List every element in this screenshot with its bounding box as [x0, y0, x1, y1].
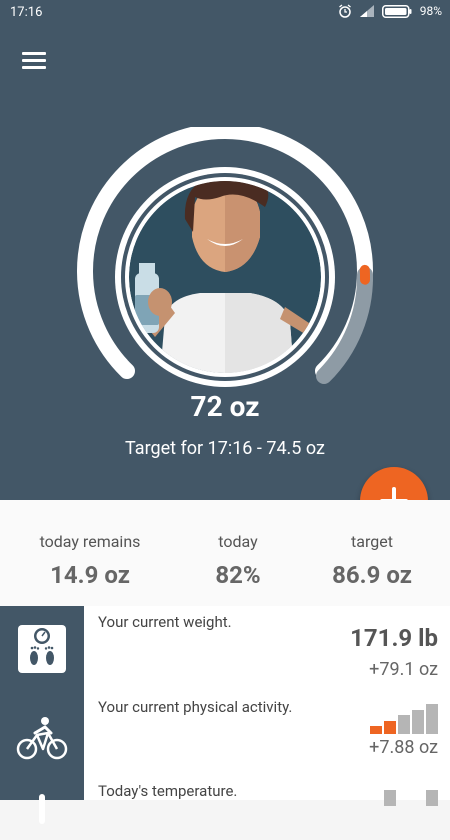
temperature-title: Today's temperature. [98, 782, 237, 800]
factor-list: Your current weight. 171.9 lb +79.1 oz Y… [84, 606, 450, 800]
temperature-level-bars[interactable] [384, 790, 438, 806]
activity-title: Your current physical activity. [98, 698, 292, 716]
scale-icon[interactable] [15, 622, 69, 676]
status-time: 17:16 [10, 5, 42, 20]
alarm-icon [338, 4, 352, 18]
activity-bar [398, 715, 410, 734]
battery-icon [382, 5, 412, 18]
factor-sidebar [0, 606, 84, 800]
stat-label: target [297, 532, 447, 551]
cycling-icon[interactable] [15, 711, 69, 765]
activity-bar [384, 721, 396, 735]
stat-remaining: today remains 14.9 oz [15, 532, 165, 589]
battery-percent: 98% [420, 4, 442, 18]
activity-level-bars[interactable] [370, 704, 438, 734]
thermometer-icon[interactable] [15, 786, 69, 840]
status-bar: 17:16 98% [0, 0, 450, 26]
stat-value: 82% [163, 561, 313, 589]
activity-bar [370, 726, 382, 734]
current-intake: 72 oz [0, 390, 450, 423]
activity-delta: +7.88 oz [369, 737, 438, 758]
stat-value: 86.9 oz [297, 561, 447, 589]
progress-gauge [75, 127, 375, 387]
activity-bar [412, 710, 424, 735]
weight-title: Your current weight. [98, 613, 232, 631]
signal-icon [360, 5, 374, 17]
stat-target: target 86.9 oz [297, 532, 447, 589]
stat-label: today remains [15, 532, 165, 551]
stat-today: today 82% [163, 532, 313, 589]
target-text: Target for 17:16 - 74.5 oz [0, 438, 450, 459]
weight-delta: +79.1 oz [369, 659, 438, 680]
menu-icon[interactable] [22, 50, 48, 70]
activity-bar [426, 704, 438, 734]
header-panel: 17:16 98% [0, 0, 450, 500]
weight-value[interactable]: 171.9 lb [350, 624, 438, 652]
stat-label: today [163, 532, 313, 551]
stats-panel: today remains 14.9 oz today 82% target 8… [0, 500, 450, 608]
stat-value: 14.9 oz [15, 561, 165, 589]
